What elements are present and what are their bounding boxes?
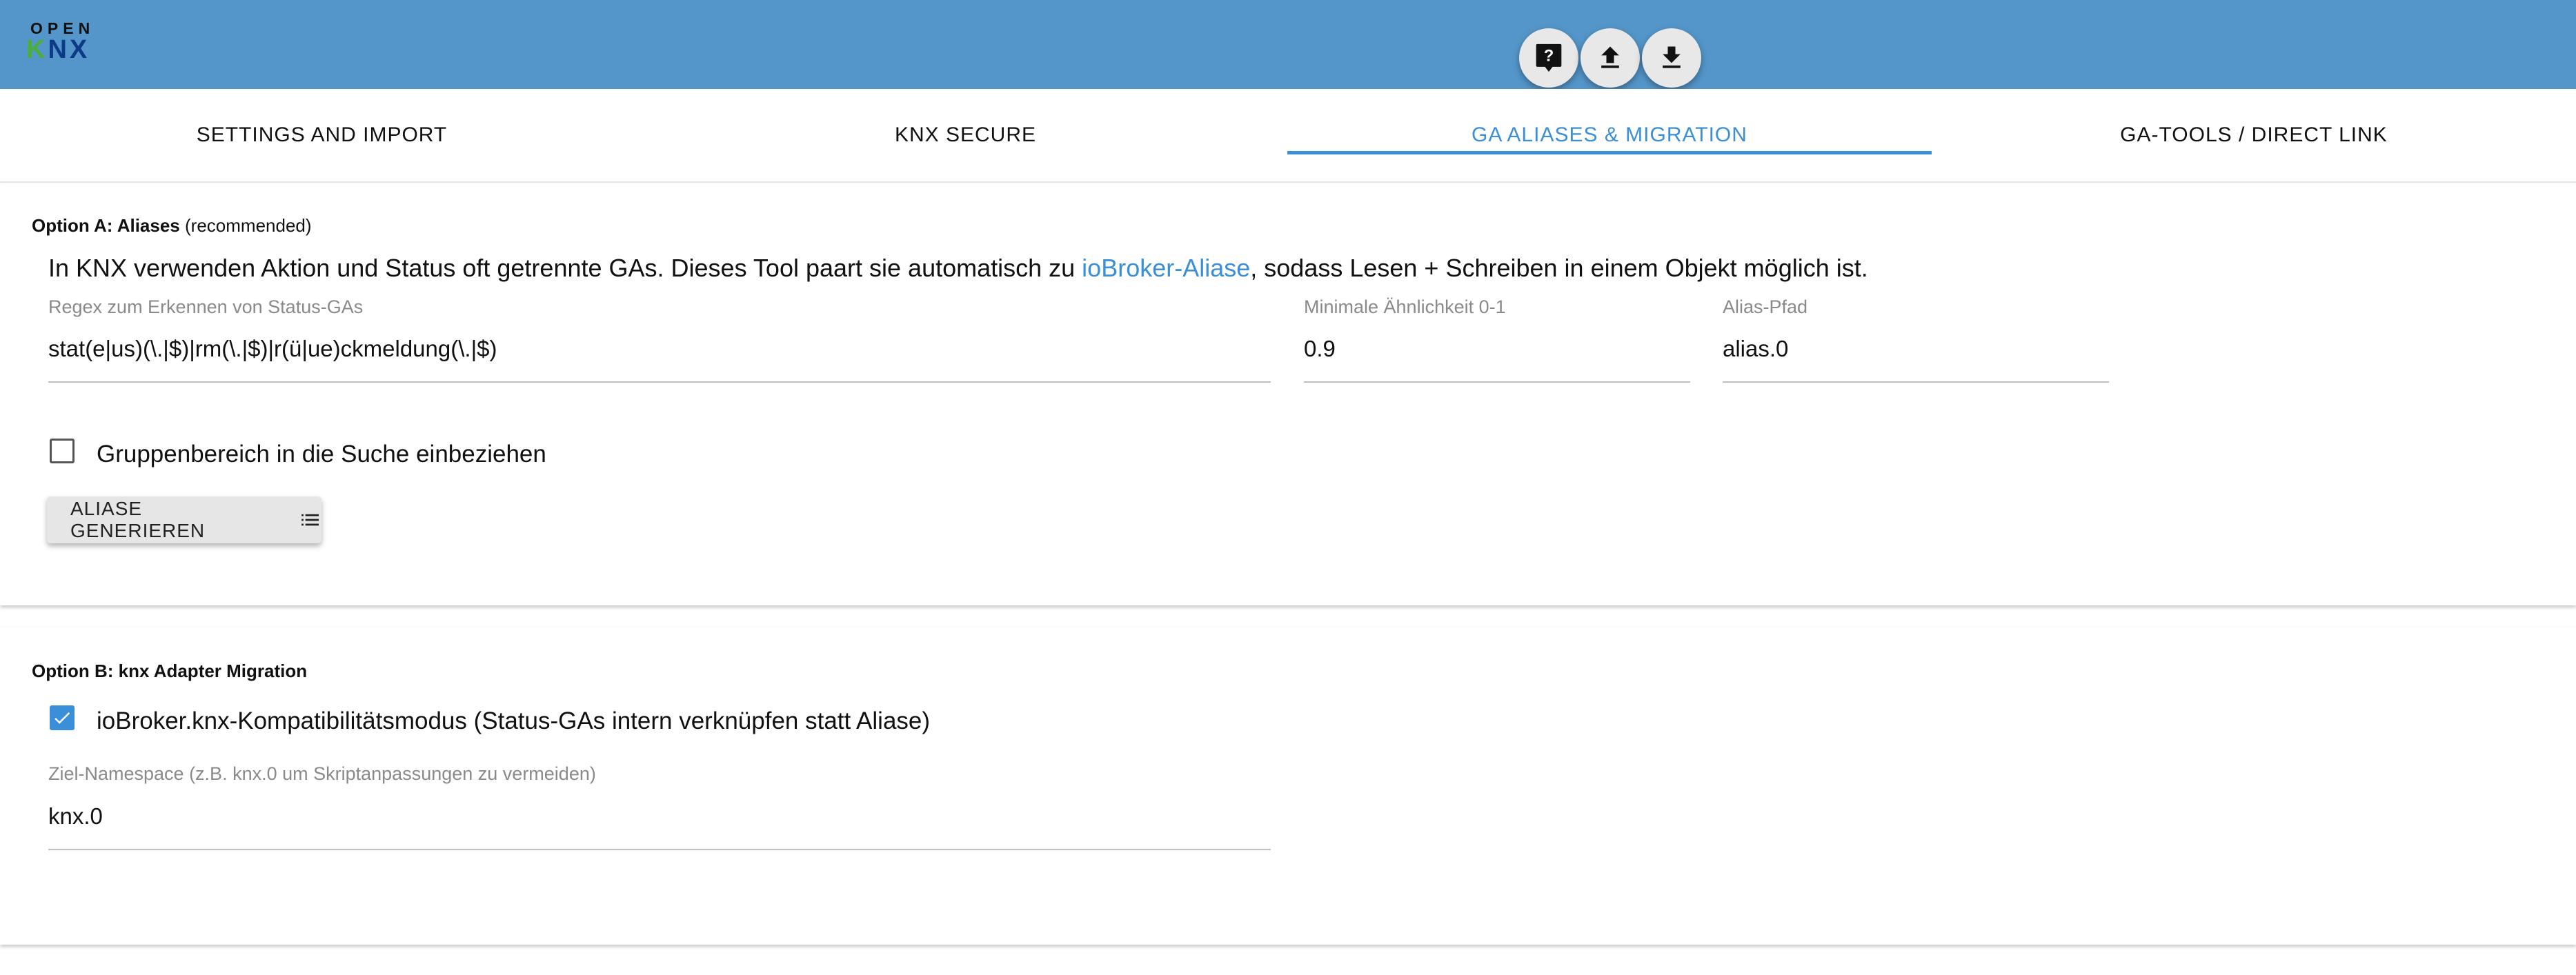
- namespace-input[interactable]: [48, 803, 1269, 830]
- option-a-note: (recommended): [185, 215, 312, 236]
- namespace-underline: [48, 849, 1271, 850]
- tab-ga-aliases-migration[interactable]: GA ALIASES & MIGRATION: [1287, 89, 1932, 181]
- generate-aliases-label: ALIASE GENERIEREN: [70, 498, 206, 541]
- option-a-description: In KNX verwenden Aktion und Status oft g…: [48, 254, 1868, 283]
- app-bar: [0, 0, 2576, 89]
- option-b-card: [0, 627, 2576, 945]
- download-button[interactable]: [1642, 28, 1701, 88]
- help-icon: ?: [1536, 43, 1562, 72]
- regex-label: Regex zum Erkennen von Status-GAs: [48, 296, 364, 317]
- namespace-label: Ziel-Namespace (z.B. knx.0 um Skriptanpa…: [48, 763, 596, 784]
- upload-button[interactable]: [1581, 28, 1640, 88]
- tab-knx-secure[interactable]: KNX SECURE: [644, 89, 1287, 181]
- option-a-card: [0, 183, 2576, 605]
- iobroker-aliase-link[interactable]: ioBroker-Aliase: [1082, 254, 1250, 282]
- download-icon: [1663, 46, 1681, 68]
- active-tab-indicator: [1287, 151, 1932, 154]
- logo-letter-n: N: [48, 35, 70, 64]
- logo-letter-k: K: [26, 35, 48, 64]
- description-text-after: , sodass Lesen + Schreiben in einem Obje…: [1250, 254, 1868, 282]
- help-button[interactable]: ?: [1519, 28, 1578, 88]
- description-text-before: In KNX verwenden Aktion und Status oft g…: [48, 254, 1082, 282]
- regex-underline: [48, 381, 1271, 383]
- generate-aliases-button[interactable]: ALIASE GENERIEREN: [47, 496, 321, 543]
- group-range-checkbox[interactable]: [50, 439, 75, 463]
- compatibility-mode-label[interactable]: ioBroker.knx-Kompatibilitätsmodus (Statu…: [97, 707, 930, 735]
- logo-knx: KNX: [26, 36, 90, 63]
- compatibility-mode-checkbox[interactable]: [50, 705, 75, 730]
- logo-letter-x: X: [69, 35, 90, 64]
- alias-path-input[interactable]: [1723, 335, 2107, 363]
- list-icon: [301, 514, 319, 526]
- similarity-underline: [1304, 381, 1690, 383]
- option-a-heading: Option A: Aliases (recommended): [32, 215, 312, 237]
- alias-path-label: Alias-Pfad: [1723, 296, 1808, 317]
- group-range-checkbox-label[interactable]: Gruppenbereich in die Suche einbeziehen: [97, 441, 546, 468]
- alias-path-underline: [1723, 381, 2109, 383]
- regex-input[interactable]: [48, 335, 1269, 363]
- tab-settings-and-import[interactable]: SETTINGS AND IMPORT: [0, 89, 644, 181]
- upload-icon: [1601, 46, 1619, 68]
- tab-ga-tools-direct-link[interactable]: GA-TOOLS / DIRECT LINK: [1932, 89, 2576, 181]
- option-b-heading: Option B: knx Adapter Migration: [32, 661, 308, 681]
- similarity-input[interactable]: [1304, 335, 1689, 363]
- option-a-title: Option A: Aliases: [32, 215, 180, 236]
- svg-text:?: ?: [1544, 47, 1554, 66]
- checkmark-icon: [55, 712, 70, 724]
- similarity-label: Minimale Ähnlichkeit 0-1: [1304, 296, 1506, 317]
